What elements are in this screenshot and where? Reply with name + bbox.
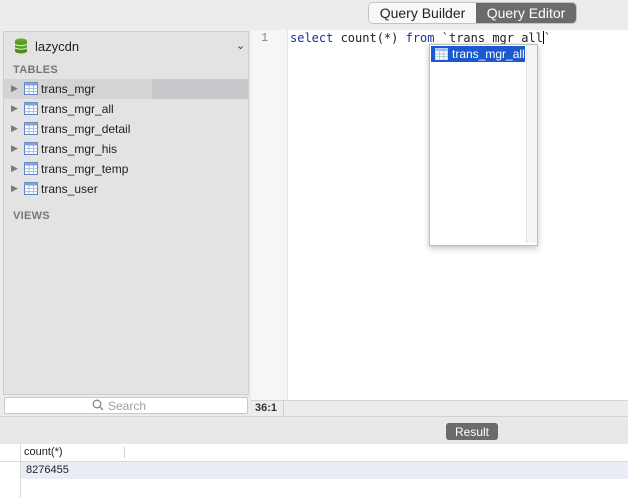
line-number-gutter: 1 <box>251 30 288 400</box>
table-icon <box>24 102 38 115</box>
code-table-name: `trans_mgr_all <box>434 31 543 45</box>
sql-code-line[interactable]: select count(*) from `trans_mgr_all` <box>290 31 551 45</box>
autocomplete-item[interactable]: trans_mgr_all <box>431 46 525 62</box>
table-label: trans_mgr_detail <box>41 122 131 136</box>
table-item-trans-user[interactable]: ▶ trans_user <box>4 179 248 199</box>
table-label: trans_mgr <box>41 82 96 96</box>
mode-segmented-control: Query Builder Query Editor <box>368 2 577 24</box>
row-number-cell <box>0 462 21 479</box>
table-icon <box>24 162 38 175</box>
table-item-trans-mgr-all[interactable]: ▶ trans_mgr_all <box>4 99 248 119</box>
result-button[interactable]: Result <box>446 423 498 440</box>
database-name: lazycdn <box>35 39 80 54</box>
disclosure-triangle-icon[interactable]: ▶ <box>11 163 18 174</box>
tables-header: TABLES <box>13 64 58 76</box>
table-icon <box>24 142 38 155</box>
disclosure-triangle-icon[interactable]: ▶ <box>11 143 18 154</box>
query-editor-tab[interactable]: Query Editor <box>476 3 576 23</box>
search-icon <box>92 399 104 411</box>
database-selector[interactable]: lazycdn ⌄ <box>4 32 248 59</box>
top-toolbar: Query Builder Query Editor <box>0 0 628 30</box>
status-divider <box>283 401 284 416</box>
line-number: 1 <box>261 31 269 45</box>
table-label: trans_mgr_all <box>41 102 114 116</box>
table-icon <box>24 122 38 135</box>
column-header[interactable]: count(*) <box>24 446 63 458</box>
query-builder-tab[interactable]: Query Builder <box>369 3 476 23</box>
database-icon <box>14 38 28 54</box>
table-item-trans-mgr-temp[interactable]: ▶ trans_mgr_temp <box>4 159 248 179</box>
column-divider[interactable] <box>124 447 125 458</box>
table-item-trans-mgr-detail[interactable]: ▶ trans_mgr_detail <box>4 119 248 139</box>
keyword-select: select <box>290 31 334 45</box>
table-item-trans-mgr-his[interactable]: ▶ trans_mgr_his <box>4 139 248 159</box>
table-icon <box>24 182 38 195</box>
disclosure-triangle-icon[interactable]: ▶ <box>11 123 18 134</box>
table-cell[interactable]: 8276455 <box>26 464 69 476</box>
sidebar: lazycdn ⌄ TABLES ▶ trans_mgr ▶ trans_mgr… <box>3 31 249 395</box>
table-row[interactable]: 8276455 <box>0 462 628 479</box>
search-placeholder: Search <box>108 399 147 413</box>
autocomplete-label: trans_mgr_all <box>452 47 525 61</box>
disclosure-triangle-icon[interactable]: ▶ <box>11 103 18 114</box>
table-label: trans_mgr_his <box>41 142 118 156</box>
autocomplete-popup: trans_mgr_all <box>429 44 538 246</box>
keyword-from: from <box>405 31 435 45</box>
table-icon <box>435 48 448 60</box>
code-text: count(*) <box>333 31 406 45</box>
table-item-trans-mgr[interactable]: ▶ trans_mgr <box>4 79 248 99</box>
results-grid: count(*) 8276455 <box>0 444 628 498</box>
cursor-position: 36:1 <box>255 402 278 414</box>
grid-header: count(*) <box>0 444 628 462</box>
result-toolbar: Result <box>0 416 628 445</box>
row-number-cell <box>0 479 21 498</box>
disclosure-triangle-icon[interactable]: ▶ <box>11 83 18 94</box>
empty-row <box>0 479 628 498</box>
code-backtick: ` <box>543 31 552 45</box>
autocomplete-scrollbar[interactable] <box>526 45 537 243</box>
chevron-down-icon[interactable]: ⌄ <box>236 39 245 52</box>
editor-status-bar: 36:1 <box>251 400 628 416</box>
table-label: trans_mgr_temp <box>41 162 129 176</box>
table-icon <box>24 82 38 95</box>
table-label: trans_user <box>41 182 98 196</box>
sidebar-search-input[interactable]: Search <box>4 397 248 414</box>
row-number-header <box>0 444 21 461</box>
views-header: VIEWS <box>13 210 50 222</box>
disclosure-triangle-icon[interactable]: ▶ <box>11 183 18 194</box>
